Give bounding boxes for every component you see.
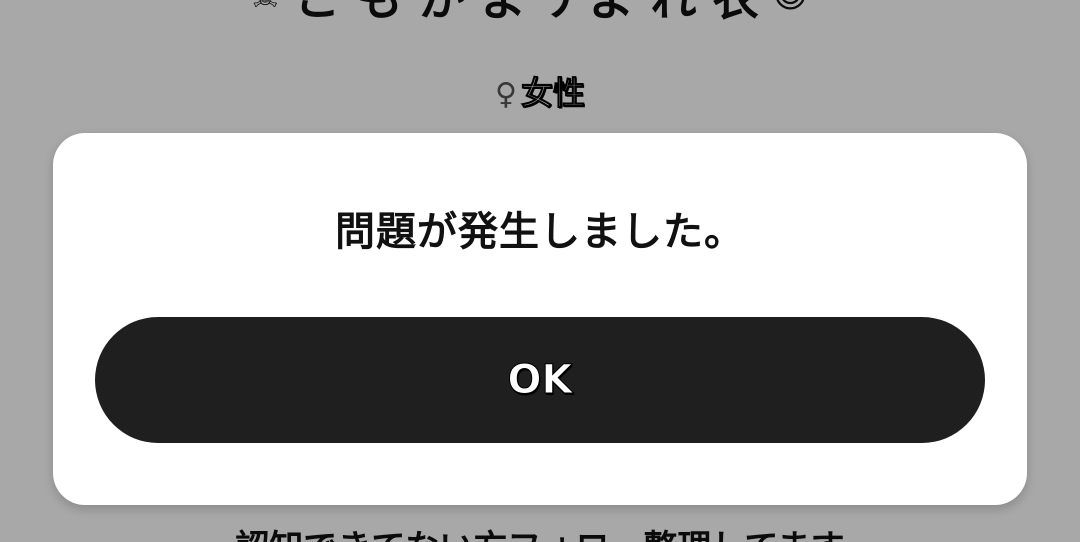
ok-button-label: OK	[507, 357, 573, 404]
ok-button[interactable]: OK	[95, 317, 985, 443]
error-message: 問題が発生しました。	[335, 209, 745, 255]
error-dialog: 問題が発生しました。 OK	[53, 133, 1027, 505]
profile-page: ☠ こ も か よ ナよ れ 衣 ☺ ♀女性 認知できてない方フォロー整理してま…	[0, 0, 1080, 542]
